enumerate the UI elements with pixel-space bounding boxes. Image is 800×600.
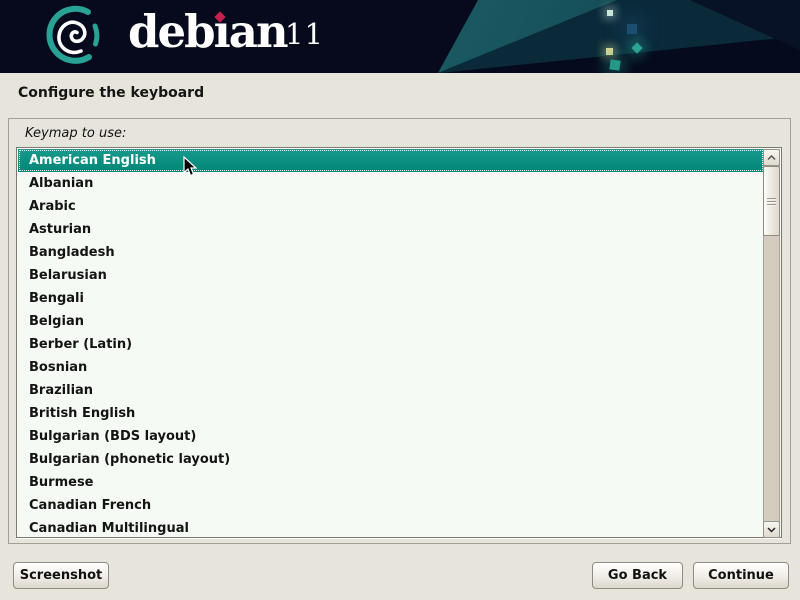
list-item[interactable]: Berber (Latin) bbox=[18, 333, 764, 356]
sparkle-icon bbox=[607, 10, 613, 16]
list-item[interactable]: Arabic bbox=[18, 195, 764, 218]
scrollbar-thumb[interactable] bbox=[763, 166, 780, 236]
continue-button[interactable]: Continue bbox=[693, 562, 789, 589]
keymap-listbox: American EnglishAlbanianArabicAsturianBa… bbox=[16, 147, 782, 538]
sparkle-icon bbox=[609, 59, 620, 70]
page-title: Configure the keyboard bbox=[18, 85, 204, 101]
installer-banner: debıan 11 bbox=[0, 0, 800, 73]
scrollbar-grip bbox=[767, 198, 776, 207]
debian-wordmark: debıan bbox=[128, 9, 287, 54]
sparkle-icon bbox=[627, 24, 637, 34]
list-item[interactable]: Brazilian bbox=[18, 379, 764, 402]
keymap-list: American EnglishAlbanianArabicAsturianBa… bbox=[18, 149, 764, 536]
go-back-button[interactable]: Go Back bbox=[592, 562, 683, 589]
list-item[interactable]: Bosnian bbox=[18, 356, 764, 379]
scroll-down-button[interactable] bbox=[763, 521, 780, 538]
chevron-down-icon bbox=[767, 527, 776, 533]
list-item[interactable]: Albanian bbox=[18, 172, 764, 195]
list-item[interactable]: Canadian Multilingual bbox=[18, 517, 764, 536]
list-item[interactable]: Bengali bbox=[18, 287, 764, 310]
keymap-label: Keymap to use: bbox=[25, 126, 126, 141]
debian-swirl-logo-icon bbox=[42, 4, 106, 68]
list-item[interactable]: Bulgarian (phonetic layout) bbox=[18, 448, 764, 471]
list-item[interactable]: Bulgarian (BDS layout) bbox=[18, 425, 764, 448]
list-item[interactable]: American English bbox=[18, 149, 764, 172]
list-item[interactable]: Burmese bbox=[18, 471, 764, 494]
red-diamond-icon bbox=[214, 11, 225, 22]
scroll-up-button[interactable] bbox=[763, 149, 780, 166]
scrollbar-track[interactable] bbox=[763, 149, 780, 538]
screenshot-button[interactable]: Screenshot bbox=[13, 562, 109, 589]
list-item[interactable]: Canadian French bbox=[18, 494, 764, 517]
list-item[interactable]: Belarusian bbox=[18, 264, 764, 287]
list-item[interactable]: British English bbox=[18, 402, 764, 425]
list-item[interactable]: Bangladesh bbox=[18, 241, 764, 264]
list-item[interactable]: Belgian bbox=[18, 310, 764, 333]
chevron-up-icon bbox=[767, 155, 776, 161]
sparkle-icon bbox=[606, 48, 613, 55]
debian-version: 11 bbox=[285, 20, 324, 49]
list-item[interactable]: Asturian bbox=[18, 218, 764, 241]
